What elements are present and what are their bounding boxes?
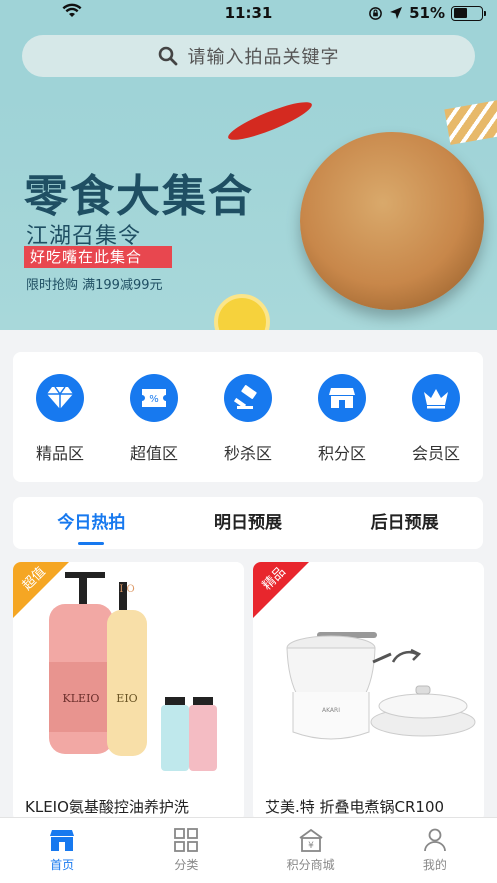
battery-icon — [451, 5, 486, 21]
svg-text:EIO: EIO — [116, 692, 137, 705]
svg-text:%: % — [149, 394, 159, 405]
search-input[interactable]: 请输入拍品关键字 — [22, 35, 475, 77]
category-value[interactable]: % 超值区 — [114, 374, 194, 482]
header-area: 11:31 51% 请输入拍品关键字 — [0, 0, 497, 100]
decorative-stripe — [444, 99, 497, 145]
product-card[interactable]: KLEIO EIO I O 超值 KLEIO氨基酸控油养护洗 — [13, 562, 244, 822]
banner-tag: 好吃嘴在此集合 — [24, 246, 172, 268]
diamond-icon — [36, 374, 84, 422]
banner-title: 零食大集合 — [24, 171, 254, 222]
home-icon — [50, 830, 75, 851]
category-flash-sale[interactable]: 秒杀区 — [208, 374, 288, 482]
bottom-nav: 首页 分类 ¥ 积分商城 我的 — [0, 817, 497, 883]
search-placeholder: 请输入拍品关键字 — [187, 47, 340, 68]
tab-today[interactable]: 今日热拍 — [13, 497, 170, 549]
battery-percent: 51% — [409, 4, 445, 22]
nav-category[interactable]: 分类 — [124, 818, 248, 883]
store-icon — [318, 374, 366, 422]
auction-tabs: 今日热拍 明日预展 后日预展 — [13, 497, 483, 549]
svg-text:¥: ¥ — [308, 841, 314, 851]
category-points[interactable]: 积分区 — [302, 374, 382, 482]
category-member[interactable]: 会员区 — [396, 374, 476, 482]
cashew-bowl-image — [300, 132, 484, 310]
nav-label: 我的 — [422, 858, 447, 872]
lemon-slice-image — [214, 294, 270, 330]
nav-profile[interactable]: 我的 — [373, 818, 497, 883]
product-card[interactable]: AKARI 精品 艾美.特 折叠电煮锅CR100 — [253, 562, 484, 822]
promo-banner[interactable]: 零食大集合 江湖召集令 好吃嘴在此集合 限时抢购 满199减99元 — [0, 98, 497, 330]
category-label: 积分区 — [317, 444, 366, 463]
nav-points-mall[interactable]: ¥ 积分商城 — [249, 818, 373, 883]
search-icon — [158, 46, 177, 66]
category-label: 秒杀区 — [223, 444, 272, 463]
user-icon — [423, 828, 446, 852]
nav-label: 首页 — [50, 858, 75, 872]
product-name: 艾美.特 折叠电煮锅CR100 — [265, 798, 445, 816]
status-bar: 11:31 51% — [0, 0, 497, 28]
tab-tomorrow[interactable]: 明日预展 — [170, 497, 327, 549]
rotation-lock-icon — [369, 6, 382, 20]
nav-label: 积分商城 — [286, 858, 335, 872]
crown-icon — [412, 374, 460, 422]
category-label: 会员区 — [411, 444, 460, 463]
tab-day-after[interactable]: 后日预展 — [326, 497, 483, 549]
category-premium[interactable]: 精品区 — [20, 374, 100, 482]
nav-label: 分类 — [174, 858, 199, 872]
gavel-icon — [224, 374, 272, 422]
location-icon — [390, 7, 403, 19]
ticket-icon: % — [130, 374, 178, 422]
product-name: KLEIO氨基酸控油养护洗 — [25, 798, 189, 816]
grid-icon — [174, 828, 199, 852]
points-mall-icon: ¥ — [299, 828, 323, 852]
svg-text:I O: I O — [119, 584, 134, 595]
nav-home[interactable]: 首页 — [0, 818, 124, 883]
category-grid: 精品区 % 超值区 秒杀区 积分区 会员区 — [13, 352, 483, 482]
svg-text:AKARI: AKARI — [322, 707, 340, 714]
category-label: 超值区 — [129, 444, 178, 463]
banner-note: 限时抢购 满199减99元 — [26, 278, 163, 293]
svg-text:KLEIO: KLEIO — [63, 692, 100, 705]
chili-pepper-image — [224, 98, 316, 147]
category-label: 精品区 — [35, 444, 84, 463]
